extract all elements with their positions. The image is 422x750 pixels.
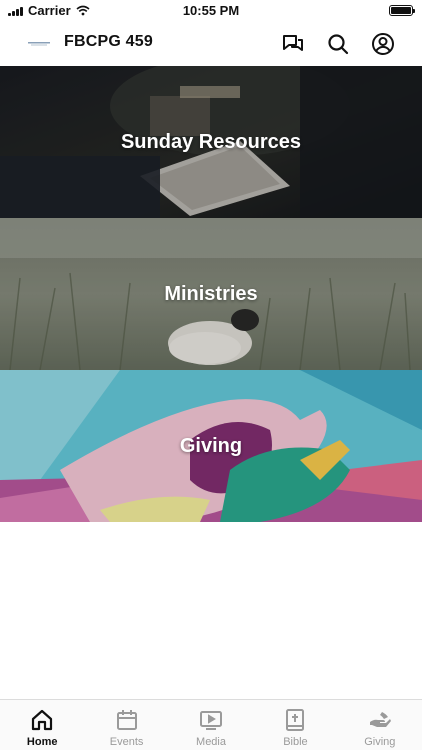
tab-bible[interactable]: Bible [253,700,337,750]
calendar-icon [116,710,137,730]
status-bar: Carrier 10:55 PM [0,0,422,22]
tab-label: Home [26,736,58,748]
tab-label: Giving [364,736,396,748]
tab-label: Media [196,736,226,748]
tab-label: Events [109,736,144,748]
logo-icon [28,42,50,46]
tile-label: Sunday Resources [120,130,302,153]
chat-icon [283,35,303,51]
chat-button[interactable] [280,31,306,57]
profile-icon [372,33,394,55]
giving-hand-icon [369,712,391,727]
home-tiles: Sunday Resources Ministries Giving [0,66,422,522]
home-icon [32,709,53,731]
tile-ministries[interactable]: Ministries [0,218,422,370]
tab-giving[interactable]: Giving [338,700,422,750]
tab-home[interactable]: Home [0,700,84,750]
bible-icon [286,709,305,731]
tile-giving[interactable]: Giving [0,370,422,522]
tab-events[interactable]: Events [84,700,168,750]
battery-icon [389,5,415,16]
app-title: FBCPG 459 [64,33,153,50]
search-icon [328,34,349,55]
tab-label: Bible [283,736,308,748]
search-button[interactable] [325,31,351,57]
tile-label: Giving [179,434,243,457]
status-time: 10:55 PM [182,3,240,18]
tile-label: Ministries [164,282,258,305]
tile-sunday-resources[interactable]: Sunday Resources [0,66,422,218]
tab-media[interactable]: Media [169,700,253,750]
app-header: FBCPG 459 [0,22,422,66]
tab-bar: Home Events Media Bible Giving [0,699,422,750]
media-icon [200,711,223,730]
profile-button[interactable] [370,31,396,57]
